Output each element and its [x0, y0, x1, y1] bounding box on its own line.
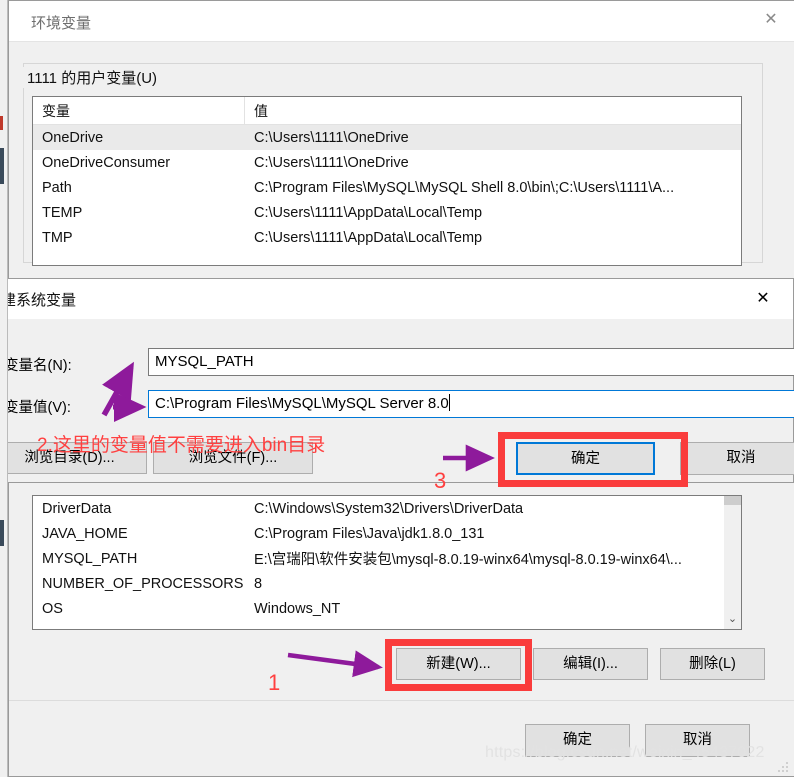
table-row[interactable]: TMP C:\Users\1111\AppData\Local\Temp [33, 225, 741, 250]
scrollbar-thumb[interactable] [724, 496, 741, 505]
cell-variable: OS [42, 600, 63, 617]
annotation-note-2: 2.这里的变量值不需要进入bin目录 [37, 435, 326, 456]
new-button-label: 新建(W)... [426, 656, 491, 672]
cell-value: C:\Program Files\MySQL\MySQL Shell 8.0\b… [254, 179, 675, 196]
annotation-number-1: 1 [268, 670, 281, 695]
watermark: https://blog.csdn.net/weixin_45437022 [485, 744, 765, 761]
table-row[interactable]: Path C:\Program Files\MySQL\MySQL Shell … [33, 175, 741, 200]
table-row[interactable]: MYSQL_PATH E:\宫瑞阳\软件安装包\mysql-8.0.19-win… [33, 546, 741, 571]
cell-variable: JAVA_HOME [42, 525, 128, 542]
cell-value: C:\Users\1111\OneDrive [254, 129, 409, 146]
column-header-value[interactable]: 值 [245, 97, 741, 124]
env-window-titlebar: 环境变量 ✕ [9, 1, 794, 42]
cell-value: 8 [254, 575, 263, 592]
column-header-variable[interactable]: 变量 [33, 97, 245, 124]
cell-value: C:\Users\1111\OneDrive [254, 154, 409, 171]
cell-value: C:\Users\1111\AppData\Local\Temp [254, 229, 483, 246]
left-dark-marker [0, 148, 4, 184]
variable-name-label: 变量名(N): [4, 358, 72, 374]
cell-variable: TMP [42, 229, 73, 246]
cell-value: E:\宫瑞阳\软件安装包\mysql-8.0.19-winx64\mysql-8… [254, 552, 682, 568]
cell-variable: OneDriveConsumer [42, 154, 171, 171]
vertical-scrollbar[interactable]: ⌄ [723, 496, 741, 629]
table-row[interactable]: DriverData C:\Windows\System32\Drivers\D… [33, 496, 741, 521]
variable-value-label: 变量值(V): [4, 400, 71, 416]
table-row[interactable]: OneDrive C:\Users\1111\OneDrive [33, 125, 741, 150]
delete-button-label: 删除(L) [689, 656, 736, 672]
cell-variable: DriverData [42, 500, 112, 517]
variable-name-input-value: MYSQL_PATH [155, 353, 254, 370]
cell-variable: NUMBER_OF_PROCESSORS [42, 575, 244, 592]
cell-value: C:\Program Files\Java\jdk1.8.0_131 [254, 525, 485, 542]
left-dark-marker-2 [0, 520, 4, 546]
cell-value: Windows_NT [254, 600, 341, 617]
left-red-marker [0, 116, 3, 130]
cell-variable: TEMP [42, 204, 83, 221]
delete-button[interactable]: 删除(L) [660, 648, 765, 680]
variable-value-input-value: C:\Program Files\MySQL\MySQL Server 8.0 [155, 395, 449, 412]
divider [9, 700, 794, 701]
env-window-title: 环境变量 [31, 15, 92, 32]
cell-value: C:\Windows\System32\Drivers\DriverData [254, 500, 524, 517]
new-variable-titlebar: 建系统变量 ✕ [0, 279, 793, 319]
variable-name-input[interactable]: MYSQL_PATH [148, 348, 794, 376]
edit-button[interactable]: 编辑(I)... [533, 648, 648, 680]
close-icon[interactable]: ✕ [741, 284, 785, 314]
left-edge-strip [0, 0, 8, 777]
cancel-button-dialog-label: 取消 [726, 450, 756, 466]
cell-variable: OneDrive [42, 129, 104, 146]
table-row[interactable]: NUMBER_OF_PROCESSORS 8 [33, 571, 741, 596]
resize-grip-icon[interactable] [778, 762, 790, 774]
system-variables-table[interactable]: DriverData C:\Windows\System32\Drivers\D… [32, 495, 742, 630]
cell-value: C:\Users\1111\AppData\Local\Temp [254, 204, 483, 221]
table-row[interactable]: TEMP C:\Users\1111\AppData\Local\Temp [33, 200, 741, 225]
cell-variable: Path [42, 179, 72, 196]
user-variables-group-label: 1111 的用户变量(U) [22, 67, 163, 88]
new-button[interactable]: 新建(W)... [396, 648, 521, 680]
chevron-down-icon[interactable]: ⌄ [724, 612, 741, 629]
edit-button-label: 编辑(I)... [563, 656, 618, 672]
user-variables-table[interactable]: 变量 值 OneDrive C:\Users\1111\OneDrive One… [32, 96, 742, 266]
close-icon[interactable]: ✕ [749, 5, 793, 35]
ok-button-dialog[interactable]: 确定 [516, 442, 655, 475]
new-variable-title: 建系统变量 [1, 292, 77, 309]
table-row[interactable]: JAVA_HOME C:\Program Files\Java\jdk1.8.0… [33, 521, 741, 546]
variable-value-input[interactable]: C:\Program Files\MySQL\MySQL Server 8.0 [148, 390, 794, 418]
annotation-number-3: 3 [434, 468, 447, 493]
text-caret [448, 394, 450, 411]
table-row[interactable]: OneDriveConsumer C:\Users\1111\OneDrive [33, 150, 741, 175]
table-row[interactable]: OS Windows_NT [33, 596, 741, 621]
table-header-row: 变量 值 [33, 97, 741, 125]
ok-button-dialog-label: 确定 [571, 451, 600, 467]
screenshot-root: 环境变量 ✕ 1111 的用户变量(U) 变量 值 OneDrive C:\Us… [0, 0, 794, 777]
cancel-button-dialog[interactable]: 取消 [680, 442, 794, 475]
cell-variable: MYSQL_PATH [42, 550, 138, 567]
